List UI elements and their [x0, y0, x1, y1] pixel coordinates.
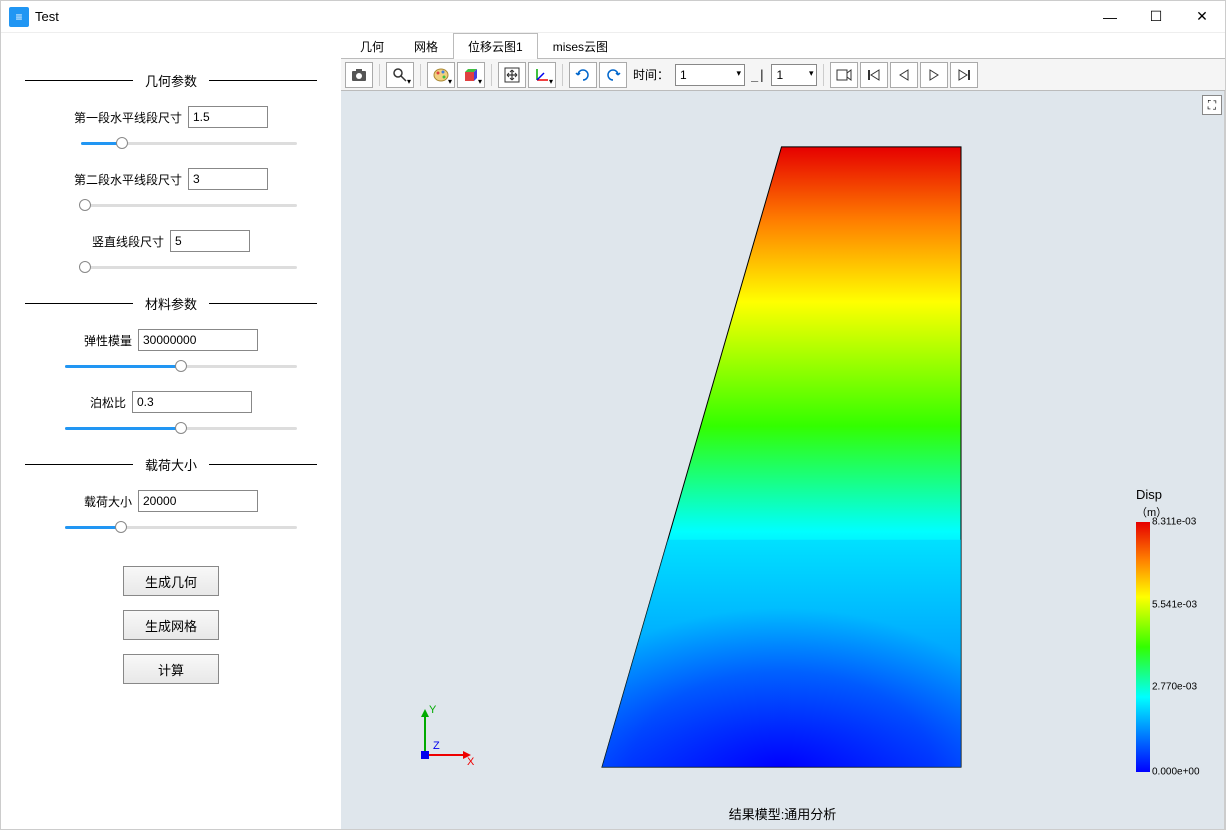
zoom-icon[interactable]	[386, 62, 414, 88]
palette-icon[interactable]	[427, 62, 455, 88]
field2-input[interactable]	[188, 168, 268, 190]
field3-slider[interactable]	[81, 258, 297, 276]
time-select[interactable]: 1	[675, 64, 745, 86]
field2-slider[interactable]	[81, 196, 297, 214]
field4-label: 弹性模量	[84, 332, 132, 349]
axes-icon[interactable]	[528, 62, 556, 88]
color-legend: Disp （m） 8.311e-03 5.541e-03 2.770e-03 0…	[1136, 487, 1222, 772]
tab-geometry[interactable]: 几何	[345, 33, 399, 59]
camera-icon[interactable]	[345, 62, 373, 88]
sidebar: 几何参数 第一段水平线段尺寸 第二段水平线段尺寸 竖直线段尺寸	[1, 33, 341, 829]
cube-icon[interactable]	[457, 62, 485, 88]
step-sep-label: _|	[751, 68, 765, 82]
group-load: 载荷大小	[25, 455, 317, 474]
tab-displacement-contour[interactable]: 位移云图1	[453, 33, 538, 59]
legend-bar	[1136, 522, 1150, 772]
titlebar: Test — ☐ ✕	[1, 1, 1225, 33]
skip-end-icon[interactable]	[950, 62, 978, 88]
close-button[interactable]: ✕	[1179, 1, 1225, 33]
viewport[interactable]: ⛶	[341, 91, 1225, 829]
play-back-icon[interactable]	[890, 62, 918, 88]
generate-mesh-button[interactable]: 生成网格	[123, 610, 219, 640]
model-title: 结果模型:通用分析	[729, 804, 837, 823]
field6-input[interactable]	[138, 490, 258, 512]
field5-slider[interactable]	[65, 419, 297, 437]
field5-input[interactable]	[132, 391, 252, 413]
field1-input[interactable]	[188, 106, 268, 128]
viewport-toolbar: 时间： 1 _| 1	[341, 59, 1225, 91]
svg-text:X: X	[467, 756, 475, 768]
legend-tick-3: 0.000e+00	[1152, 767, 1200, 778]
svg-text:Z: Z	[433, 740, 440, 752]
calculate-button[interactable]: 计算	[123, 654, 219, 684]
axis-gizmo: Y X Z	[409, 701, 479, 771]
field6-label: 载荷大小	[84, 493, 132, 510]
svg-text:Y: Y	[429, 704, 437, 716]
field2-label: 第二段水平线段尺寸	[74, 171, 182, 188]
field1-slider[interactable]	[81, 134, 297, 152]
skip-start-icon[interactable]	[860, 62, 888, 88]
legend-tick-1: 5.541e-03	[1152, 599, 1197, 610]
legend-tick-0: 8.311e-03	[1152, 517, 1196, 528]
tab-mesh[interactable]: 网格	[399, 33, 453, 59]
window-title: Test	[35, 9, 59, 24]
step-select[interactable]: 1	[771, 64, 817, 86]
field4-input[interactable]	[138, 329, 258, 351]
minimize-button[interactable]: —	[1087, 1, 1133, 33]
group-geometry: 几何参数	[25, 71, 317, 90]
field6-slider[interactable]	[65, 518, 297, 536]
rotate-cw-icon[interactable]	[599, 62, 627, 88]
play-icon[interactable]	[920, 62, 948, 88]
tab-mises-contour[interactable]: mises云图	[538, 33, 623, 59]
time-label: 时间：	[633, 66, 669, 83]
app-icon	[9, 7, 29, 27]
video-icon[interactable]	[830, 62, 858, 88]
legend-title: Disp	[1136, 487, 1222, 502]
field3-label: 竖直线段尺寸	[92, 233, 164, 250]
group-material: 材料参数	[25, 294, 317, 313]
field3-input[interactable]	[170, 230, 250, 252]
field5-label: 泊松比	[90, 394, 126, 411]
generate-geometry-button[interactable]: 生成几何	[123, 566, 219, 596]
field1-label: 第一段水平线段尺寸	[74, 109, 182, 126]
fit-view-icon[interactable]	[498, 62, 526, 88]
field4-slider[interactable]	[65, 357, 297, 375]
legend-tick-2: 2.770e-03	[1152, 682, 1197, 693]
maximize-button[interactable]: ☐	[1133, 1, 1179, 33]
rotate-ccw-icon[interactable]	[569, 62, 597, 88]
tabs-bar: 几何 网格 位移云图1 mises云图	[341, 33, 1225, 59]
